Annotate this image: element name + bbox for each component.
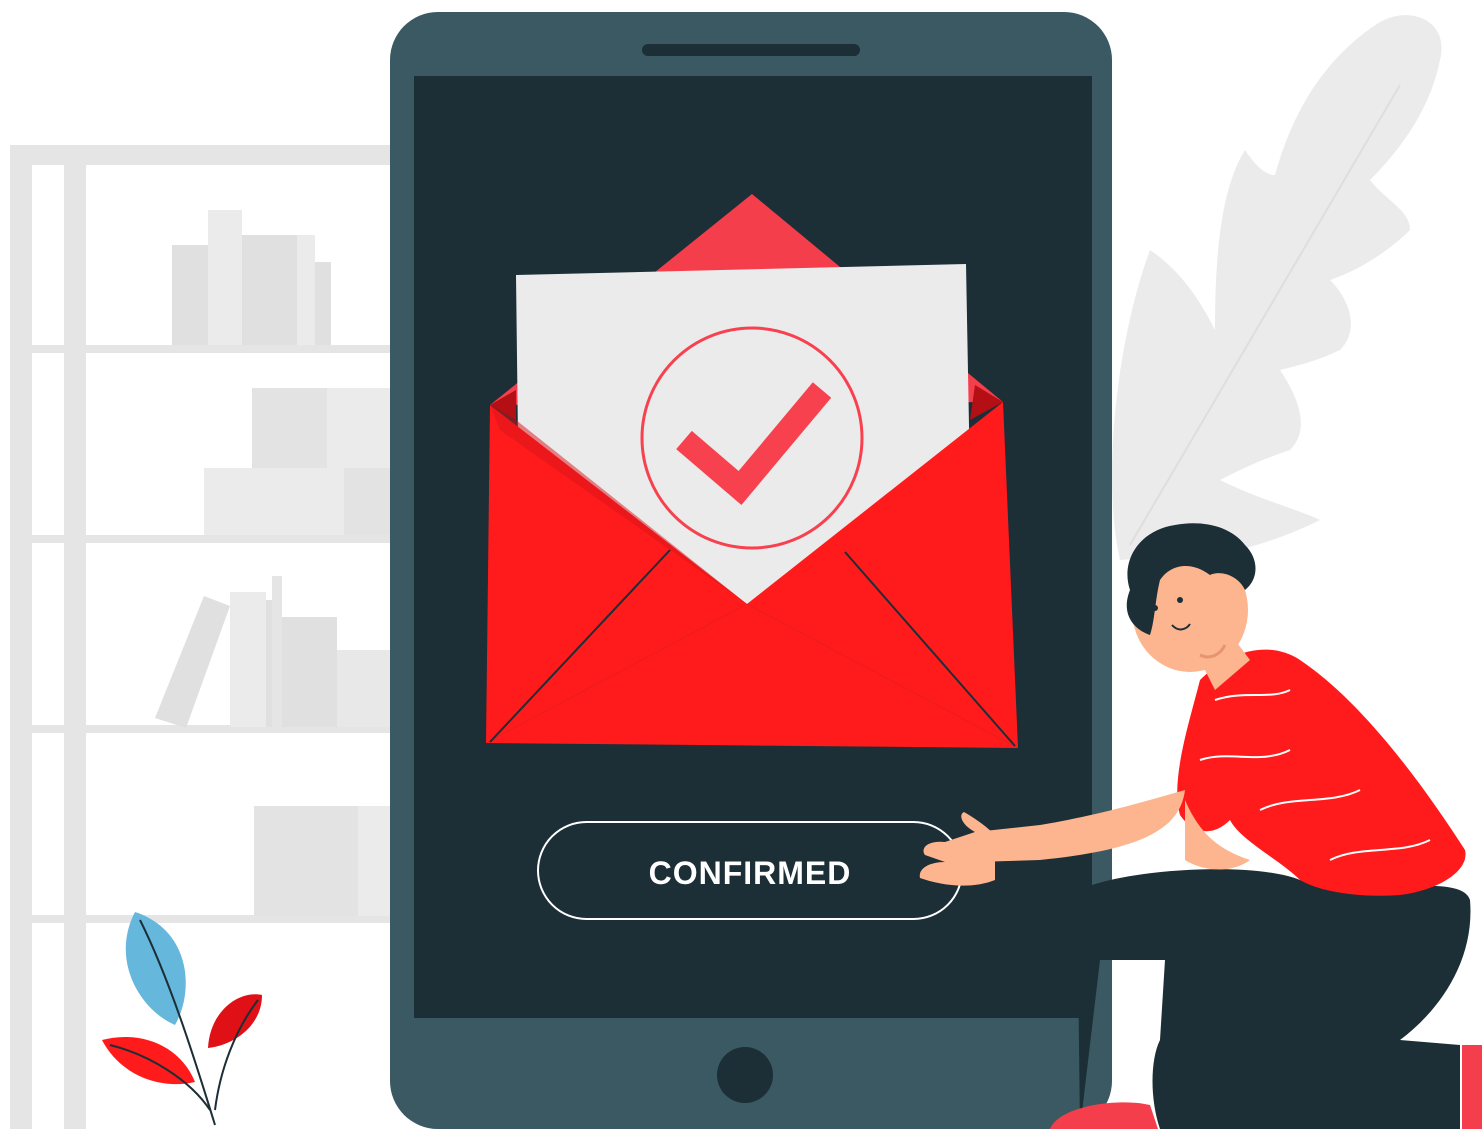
background-leaf (1111, 15, 1442, 561)
illustration: CONFIRMED (10, 12, 1482, 1129)
small-plant (102, 912, 262, 1126)
bookshelf (10, 145, 400, 1129)
confirmed-button[interactable]: CONFIRMED (537, 821, 963, 920)
home-button-icon[interactable] (717, 1047, 773, 1103)
tablet-speaker (642, 44, 860, 56)
confirmed-button-label: CONFIRMED (649, 855, 852, 891)
